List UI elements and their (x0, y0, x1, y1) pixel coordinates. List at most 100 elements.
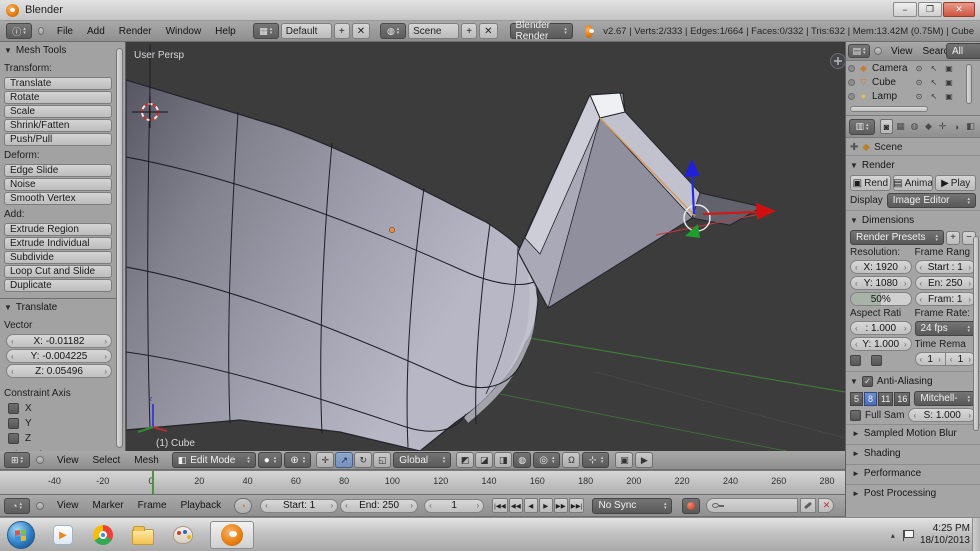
current-frame-field[interactable]: ‹1› (424, 499, 484, 513)
aa-filter-selector[interactable]: Mitchell- ▴▾ (914, 391, 976, 406)
tool-button[interactable]: Smooth Vertex (4, 192, 112, 205)
expand-toggle[interactable] (848, 93, 855, 100)
frame-end-field[interactable]: ‹End: 250› (340, 499, 418, 513)
translate-panel-header[interactable]: ▼ Translate (0, 299, 118, 316)
translate-y-field[interactable]: ‹Y: -0.004225› (6, 349, 112, 363)
menu-window[interactable]: Window (159, 26, 209, 37)
snap-toggle-button[interactable]: Ω (562, 452, 580, 468)
object-tab[interactable]: ◆ (922, 119, 935, 134)
pin-icon[interactable]: ✚ (850, 142, 858, 153)
constraint-y-checkbox[interactable] (8, 418, 19, 429)
outliner-horizontal-scrollbar[interactable] (850, 106, 928, 112)
dimensions-panel-header[interactable]: ▼ Dimensions (850, 213, 976, 228)
scene-tab[interactable]: ▦ (894, 119, 907, 134)
pivot-point-selector[interactable]: ⊕ ▴▾ (284, 452, 311, 468)
editor-type-selector[interactable]: ◔ ▴▾ (4, 498, 30, 514)
action-center-flag-icon[interactable] (903, 530, 912, 541)
outliner-menu-view[interactable]: View (886, 46, 918, 57)
display-mode-selector[interactable]: Image Editor ▴▾ (887, 193, 976, 208)
frame-step-field[interactable]: ‹Fram: 1› (915, 292, 977, 306)
object-name[interactable]: Cube (872, 77, 910, 88)
timeline-menu-frame[interactable]: Frame (131, 500, 174, 511)
object-name[interactable]: Lamp (872, 91, 910, 102)
time-remap-new-field[interactable]: ‹1› (946, 352, 976, 366)
render-still-button[interactable]: ▣ Rend (850, 175, 891, 191)
play-rendered-button[interactable]: ▶ Play (935, 175, 976, 191)
aa-sample-button[interactable]: 5 (850, 392, 863, 406)
panel-post-processing[interactable]: ► Post Processing (846, 484, 980, 502)
mesh-body[interactable] (126, 80, 538, 451)
scene-delete-button[interactable]: ✕ (479, 23, 497, 39)
anti-aliasing-checkbox[interactable]: ✓ (862, 376, 873, 387)
record-button[interactable] (682, 498, 700, 514)
screen-layout-delete-button[interactable]: ✕ (352, 23, 370, 39)
frame-end-field[interactable]: ‹En: 250› (915, 276, 977, 290)
3d-viewport[interactable]: z User Persp (1) Cube (126, 42, 845, 451)
manipulator-x-arrowhead[interactable] (756, 203, 776, 220)
add-preset-button[interactable]: + (946, 231, 960, 245)
panel-performance[interactable]: ► Performance (846, 464, 980, 482)
screen-layout-name[interactable]: Default (281, 23, 332, 39)
play-reverse-button[interactable]: ◀ (524, 498, 538, 513)
limit-selection-visible-button[interactable]: ◍ (513, 452, 531, 468)
viewport-shading-selector[interactable]: ● ▴▾ (258, 452, 283, 468)
world-tab[interactable]: ◍ (908, 119, 921, 134)
show-desktop-button[interactable] (972, 518, 980, 551)
scene-browse-button[interactable]: ◍ ▴▾ (380, 23, 406, 39)
auto-keyframe-clock-button[interactable]: ◔ (234, 498, 252, 514)
tool-shelf-scrollbar[interactable] (116, 48, 123, 448)
tray-expand-icon[interactable]: ▴ (891, 531, 895, 540)
keying-set-field[interactable] (706, 498, 798, 513)
translate-z-field[interactable]: ‹Z: 0.05496› (6, 364, 112, 378)
view3d-menu-view[interactable]: View (50, 455, 86, 466)
taskbar-explorer-icon[interactable] (126, 521, 160, 549)
render-engine-selector[interactable]: Blender Render ▴▾ (510, 23, 573, 39)
manipulator-toggle-button[interactable]: ✛ (316, 452, 334, 468)
data-tab[interactable]: ◑ (950, 119, 963, 134)
jump-to-end-button[interactable]: ▶▶| (569, 498, 585, 513)
constraint-z-checkbox[interactable] (8, 433, 19, 444)
modifiers-tab[interactable]: ✛ (936, 119, 949, 134)
anti-aliasing-panel-header[interactable]: ▼ ✓ Anti-Aliasing (850, 374, 976, 389)
aa-sample-button[interactable]: 16 (894, 392, 910, 406)
outliner-row[interactable]: ◆ Camera ⊙ ↖ ▣ (846, 61, 980, 75)
frame-start-field[interactable]: ‹Start: 1› (260, 499, 338, 513)
tool-button[interactable]: Extrude Individual (4, 237, 112, 250)
resolution-y-field[interactable]: ‹Y: 1080› (850, 276, 912, 290)
timeline-menu-playback[interactable]: Playback (174, 500, 229, 511)
tool-button[interactable]: Loop Cut and Slide (4, 265, 112, 278)
keying-set-settings-button[interactable] (800, 498, 816, 513)
crop-checkbox[interactable] (871, 355, 882, 366)
expand-properties-region-button[interactable] (831, 54, 846, 69)
frame-start-field[interactable]: ‹Start : 1› (915, 260, 977, 274)
resolution-percentage-slider[interactable]: 50% (850, 292, 912, 306)
render-panel-header[interactable]: ▼ Render (850, 158, 976, 173)
tool-button[interactable]: Extrude Region (4, 223, 112, 236)
outliner-display-filter[interactable]: All (946, 43, 980, 59)
outliner-row[interactable]: ▽ Cube ⊙ ↖ ▣ (846, 75, 980, 89)
minimize-button[interactable]: − (893, 2, 917, 17)
expand-toggle[interactable] (848, 79, 855, 86)
timeline-menu-view[interactable]: View (50, 500, 86, 511)
visibility-eye-icon[interactable]: ⊙ (913, 78, 925, 87)
render-tab[interactable]: ◙ (880, 119, 893, 134)
proportional-edit-selector[interactable]: ◎ ▴▾ (533, 452, 560, 468)
snap-target-selector[interactable]: ⊹ ▴▾ (582, 452, 609, 468)
aa-sample-button[interactable]: 11 (878, 392, 893, 406)
edge-select-mode-button[interactable]: ◪ (475, 452, 493, 468)
collapse-menus-toggle[interactable] (38, 27, 44, 35)
time-remap-old-field[interactable]: ‹1› (915, 352, 946, 366)
editor-type-selector[interactable]: ▥ ▴▾ (849, 119, 875, 135)
editor-type-selector[interactable]: ⊞ ▴▾ (4, 452, 30, 468)
tool-button[interactable]: Translate (4, 77, 112, 90)
manipulator-translate-button[interactable]: ↗ (335, 452, 353, 468)
taskbar-media-player-icon[interactable]: ▶ (46, 521, 80, 549)
manipulator-z-arrowhead[interactable] (684, 159, 700, 177)
mesh-tools-panel-header[interactable]: ▼ Mesh Tools (0, 42, 125, 59)
aspect-y-field[interactable]: ‹Y: 1.000› (850, 337, 912, 351)
screen-layout-browse-button[interactable]: ▦ ▴▾ (253, 23, 279, 39)
visibility-eye-icon[interactable]: ⊙ (913, 92, 925, 101)
timeline-ruler[interactable]: -40-200204060801001201401601802002202402… (0, 470, 845, 494)
render-restrict-icon[interactable]: ▣ (943, 78, 955, 87)
tool-button[interactable]: Subdivide (4, 251, 112, 264)
